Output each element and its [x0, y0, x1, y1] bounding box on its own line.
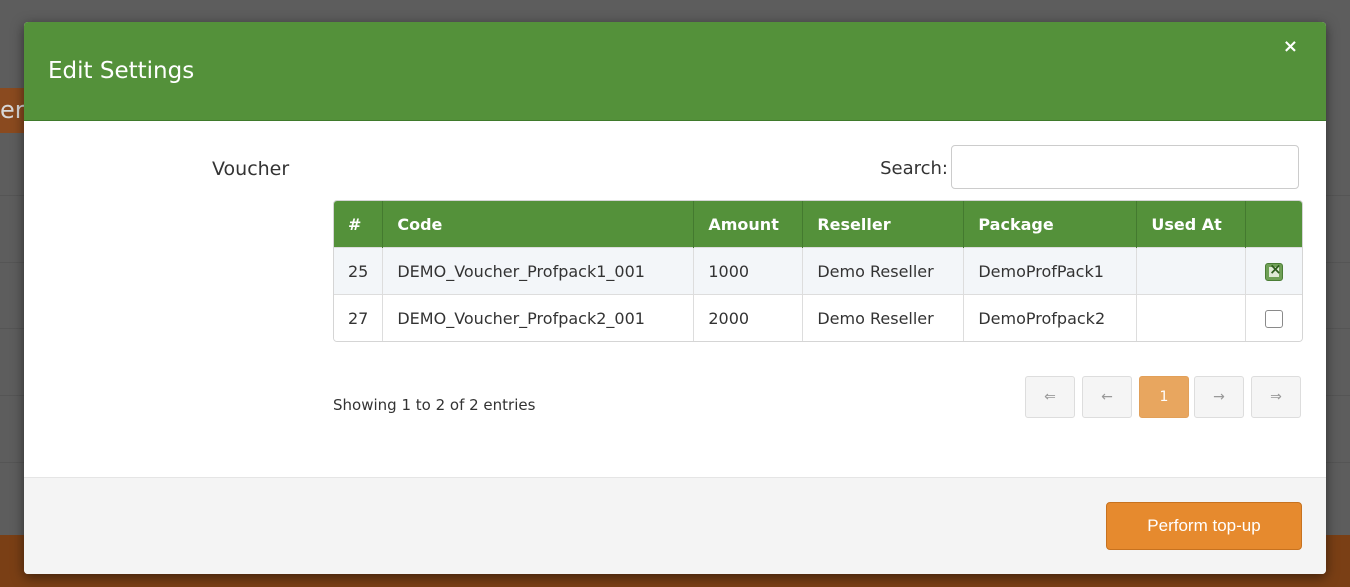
- close-icon[interactable]: ×: [1283, 38, 1298, 56]
- background-partial-text: er: [0, 96, 25, 124]
- cell-select: [1245, 247, 1302, 295]
- cell-code: DEMO_Voucher_Profpack2_001: [382, 294, 695, 341]
- modal-footer: Perform top-up: [24, 477, 1326, 574]
- modal-header: Edit Settings ×: [24, 22, 1326, 121]
- column-header-amount[interactable]: Amount: [693, 201, 804, 248]
- cell-reseller: Demo Reseller: [802, 247, 965, 295]
- edit-settings-modal: Edit Settings × Voucher Search: # Code A…: [24, 22, 1326, 574]
- cell-select: [1245, 294, 1302, 341]
- cell-reseller: Demo Reseller: [802, 294, 965, 341]
- next-page-button[interactable]: →: [1194, 376, 1244, 418]
- page-1-button[interactable]: 1: [1139, 376, 1189, 418]
- cell-code: DEMO_Voucher_Profpack1_001: [382, 247, 695, 295]
- pagination-info: Showing 1 to 2 of 2 entries: [333, 396, 536, 414]
- row-checkbox[interactable]: [1265, 260, 1284, 281]
- voucher-table: # Code Amount Reseller Package Used At 2…: [333, 200, 1303, 342]
- search-label: Search:: [880, 158, 948, 179]
- previous-page-button[interactable]: ←: [1082, 376, 1132, 418]
- voucher-label: Voucher: [212, 158, 290, 180]
- table-row[interactable]: 27 DEMO_Voucher_Profpack2_001 2000 Demo …: [334, 294, 1302, 341]
- cell-package: DemoProfpack2: [963, 294, 1138, 341]
- cell-id: 25: [334, 247, 384, 295]
- last-page-button[interactable]: ⇒: [1251, 376, 1301, 418]
- column-header-code[interactable]: Code: [382, 201, 695, 248]
- cell-used-at: [1136, 247, 1247, 295]
- modal-title: Edit Settings: [48, 58, 195, 84]
- column-header-used-at[interactable]: Used At: [1136, 201, 1247, 248]
- search-input[interactable]: [951, 145, 1299, 189]
- column-header-reseller[interactable]: Reseller: [802, 201, 965, 248]
- cell-amount: 2000: [693, 294, 804, 341]
- cell-used-at: [1136, 294, 1247, 341]
- perform-top-up-button[interactable]: Perform top-up: [1106, 502, 1302, 550]
- column-header-package[interactable]: Package: [963, 201, 1138, 248]
- first-page-button[interactable]: ⇐: [1025, 376, 1075, 418]
- row-checkbox[interactable]: [1265, 309, 1284, 328]
- cell-package: DemoProfPack1: [963, 247, 1138, 295]
- table-header-row: # Code Amount Reseller Package Used At: [334, 201, 1302, 248]
- cell-amount: 1000: [693, 247, 804, 295]
- cell-id: 27: [334, 294, 384, 341]
- table-row[interactable]: 25 DEMO_Voucher_Profpack1_001 1000 Demo …: [334, 247, 1302, 295]
- column-header-select: [1245, 201, 1302, 248]
- column-header-id[interactable]: #: [334, 201, 384, 248]
